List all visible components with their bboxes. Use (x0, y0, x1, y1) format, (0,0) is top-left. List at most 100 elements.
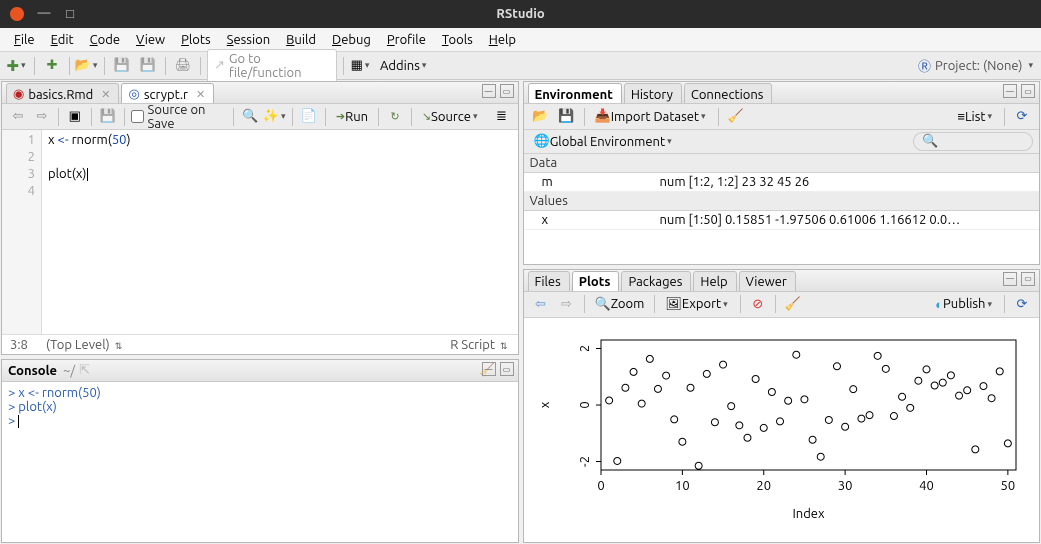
menu-code[interactable]: Code (82, 31, 128, 49)
menu-view[interactable]: View (128, 31, 173, 49)
minimize-pane-button[interactable]: — (482, 362, 496, 376)
console-tab[interactable]: Console (8, 364, 57, 378)
menu-help[interactable]: Help (481, 31, 524, 49)
svg-text:x: x (538, 401, 552, 408)
close-icon[interactable]: ✕ (196, 88, 205, 101)
addins-menu[interactable]: Addins ▾ (376, 56, 432, 76)
remove-plot-button[interactable]: ⊘ (747, 294, 769, 314)
tab-help[interactable]: Help (693, 271, 736, 291)
refresh-button[interactable]: ⟳ (1011, 294, 1033, 314)
popout-icon[interactable]: ⇱ (79, 363, 90, 378)
plot-view: 01020304050-202Indexx (524, 318, 1040, 542)
env-scope-bar: 🌐 Global Environment ▾ 🔍 (524, 130, 1040, 154)
zoom-button[interactable]: 🔍 Zoom (591, 294, 649, 314)
tab-viewer[interactable]: Viewer (739, 271, 796, 291)
project-selector[interactable]: Ⓡ Project: (None) ▾ (918, 56, 1035, 75)
list-view-button[interactable]: ≡ List ▾ (953, 107, 998, 127)
menu-session[interactable]: Session (219, 31, 278, 49)
refresh-button[interactable]: ⟳ (1011, 107, 1033, 127)
re-run-button[interactable]: ↻ (385, 107, 405, 127)
line-gutter: 1234 (2, 130, 42, 334)
app-toolbar: ✚▾ ✚ 📂▾ 💾 💾 🖨 ↗Go to file/function ▦▾ Ad… (0, 52, 1041, 80)
minimize-pane-button[interactable]: — (482, 84, 496, 98)
menu-build[interactable]: Build (278, 31, 324, 49)
source-on-save-checkbox[interactable] (131, 110, 144, 123)
find-button[interactable]: 🔍 (240, 107, 260, 127)
console-header: Console ~/ ⇱ 🧹 —▭ (2, 360, 518, 382)
save-all-button[interactable]: 💾 (137, 56, 159, 76)
goto-file-function[interactable]: ↗Go to file/function (207, 49, 337, 83)
tab-connections[interactable]: Connections (684, 83, 773, 103)
svg-text:2: 2 (578, 345, 592, 352)
tab-plots[interactable]: Plots (572, 271, 620, 291)
scope-selector[interactable]: (Top Level) ⇅ (46, 338, 124, 352)
import-dataset-button[interactable]: 📥 Import Dataset ▾ (591, 107, 712, 127)
new-file-button[interactable]: ✚▾ (6, 56, 28, 76)
broom-icon[interactable]: 🧹 (782, 294, 804, 314)
search-input[interactable]: 🔍 (913, 132, 1033, 151)
cursor-position: 3:8 (10, 338, 28, 352)
menu-file[interactable]: File (6, 31, 43, 49)
source-button[interactable]: ↘ Source ▾ (418, 107, 484, 127)
back-button[interactable]: ⇦ (8, 107, 28, 127)
grid-view-button[interactable]: ▦▾ (350, 56, 372, 76)
r-file-icon: ◎ (128, 87, 139, 102)
console-path: ~/ (63, 364, 75, 378)
forward-button[interactable]: ⇨ (32, 107, 52, 127)
r-logo-icon: Ⓡ (918, 56, 931, 75)
source-tabs: ◉basics.Rmd✕ ◎scrypt.r✕ — ▭ (2, 82, 518, 104)
maximize-pane-button[interactable]: ▭ (500, 362, 514, 376)
svg-text:0: 0 (578, 401, 592, 408)
menu-tools[interactable]: Tools (434, 31, 481, 49)
print-button[interactable]: 🖨 (172, 56, 194, 76)
tab-environment[interactable]: Environment (528, 83, 622, 103)
maximize-pane-button[interactable]: ▭ (1021, 272, 1035, 286)
load-workspace-button[interactable]: 📂 (530, 107, 552, 127)
window-title: RStudio (0, 7, 1041, 21)
menu-plots[interactable]: Plots (173, 31, 219, 49)
env-row[interactable]: mnum [1:2, 1:2] 23 32 45 26 (524, 173, 1040, 192)
menu-profile[interactable]: Profile (379, 31, 434, 49)
env-row[interactable]: xnum [1:50] 0.15851 -1.97506 0.61006 1.1… (524, 211, 1040, 230)
close-icon[interactable]: ✕ (101, 88, 110, 101)
tab-files[interactable]: Files (528, 271, 570, 291)
console-body[interactable]: > x <- rnorm(50)> plot(x)> (2, 382, 518, 542)
compile-button[interactable]: 📄 (299, 107, 319, 127)
save-workspace-button[interactable]: 💾 (556, 107, 578, 127)
scope-selector[interactable]: 🌐 Global Environment ▾ (530, 132, 678, 152)
save-button[interactable]: 💾 (111, 56, 133, 76)
new-project-button[interactable]: ✚ (41, 56, 63, 76)
source-toolbar: ⇦ ⇨ ▣ 💾 Source on Save 🔍 ✨▾ 📄 ➔Run ↻ (2, 104, 518, 130)
svg-text:-2: -2 (578, 456, 592, 467)
tab-packages[interactable]: Packages (621, 271, 691, 291)
open-file-button[interactable]: 📂▾ (76, 56, 98, 76)
broom-icon[interactable]: 🧹 (725, 107, 747, 127)
lang-selector[interactable]: R Script ⇅ (450, 338, 509, 352)
source-editor[interactable]: 1234 x <- rnorm(50) plot(x) (2, 130, 518, 334)
tab-scrypt-r[interactable]: ◎scrypt.r✕ (121, 83, 214, 103)
source-on-save-label: Source on Save (148, 103, 228, 131)
plot-next-button[interactable]: ⇨ (556, 294, 578, 314)
source-status-bar: 3:8 (Top Level) ⇅ R Script ⇅ (2, 334, 518, 354)
popout-button[interactable]: ▣ (65, 107, 85, 127)
menu-edit[interactable]: Edit (43, 31, 82, 49)
plot-prev-button[interactable]: ⇦ (530, 294, 552, 314)
save-source-button[interactable]: 💾 (98, 107, 118, 127)
maximize-pane-button[interactable]: ▭ (1021, 84, 1035, 98)
export-button[interactable]: 🖼 Export ▾ (661, 294, 733, 314)
env-tabs: Environment History Connections — ▭ (524, 82, 1040, 104)
maximize-pane-button[interactable]: ▭ (500, 84, 514, 98)
menubar: File Edit Code View Plots Session Build … (0, 28, 1041, 52)
run-button[interactable]: ➔Run (332, 107, 372, 127)
wand-button[interactable]: ✨▾ (264, 107, 286, 127)
tab-basics-rmd[interactable]: ◉basics.Rmd✕ (6, 83, 119, 103)
tab-history[interactable]: History (624, 83, 682, 103)
menu-debug[interactable]: Debug (324, 31, 379, 49)
plots-tabs: Files Plots Packages Help Viewer — ▭ (524, 270, 1040, 292)
publish-button[interactable]: ◐ Publish ▾ (931, 294, 998, 314)
minimize-pane-button[interactable]: — (1003, 84, 1017, 98)
minimize-pane-button[interactable]: — (1003, 272, 1017, 286)
window-titlebar: — □ RStudio (0, 0, 1041, 28)
svg-text:Index: Index (793, 507, 826, 521)
outline-button[interactable]: ≣ (492, 107, 512, 127)
